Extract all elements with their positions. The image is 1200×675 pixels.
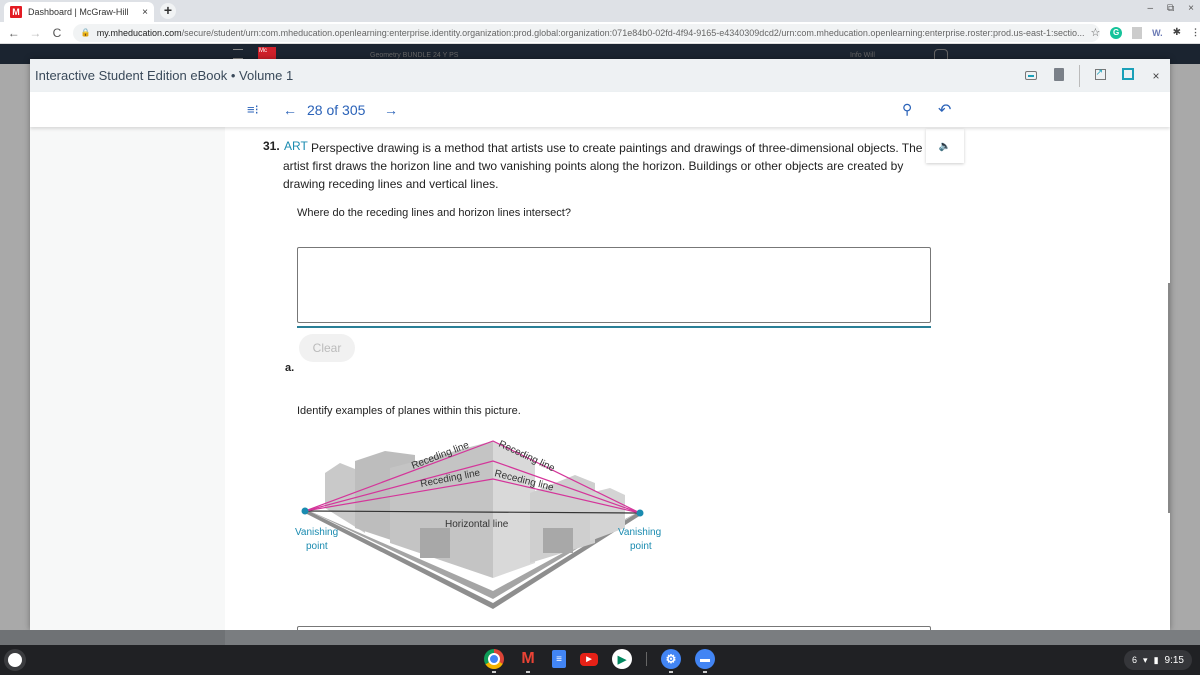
modal-title: Interactive Student Edition eBook • Volu…: [35, 68, 294, 83]
window-close-icon[interactable]: ×: [1188, 3, 1194, 14]
part-label: a.: [285, 362, 295, 374]
clock: 9:15: [1164, 654, 1184, 666]
address-bar[interactable]: 🔒 my.mheducation.com /secure/student/urn…: [72, 23, 1101, 42]
calculator-button[interactable]: [1045, 67, 1073, 84]
left-margin-pane: [30, 127, 225, 630]
modal-close-button[interactable]: ×: [1142, 69, 1170, 83]
reader-navigation: ≡⁝ ← 28 of 305 → ⚲ ↶: [30, 92, 1170, 127]
shelf-divider: [646, 652, 647, 666]
vanishing-point-right: [636, 509, 644, 517]
modal-toolbar: ×: [1017, 59, 1170, 92]
question-text: Perspective drawing is a method that art…: [283, 139, 923, 193]
tab-title: Dashboard | McGraw-Hill: [28, 7, 129, 17]
page-count[interactable]: 28 of 305: [307, 102, 365, 118]
table-of-contents-icon[interactable]: ≡⁝: [247, 102, 259, 118]
fullscreen-icon: [1122, 68, 1134, 80]
external-link-icon: [1094, 67, 1106, 80]
speaker-icon: 🔈: [938, 140, 952, 152]
chrome-app-icon[interactable]: [484, 649, 504, 673]
files-app-icon[interactable]: ▬: [695, 649, 715, 673]
extension-icon[interactable]: [1132, 26, 1143, 39]
audio-button[interactable]: 🔈: [926, 129, 964, 163]
extensions-area: G W. ✱ ⋮: [1110, 26, 1200, 39]
shopfront: [420, 528, 450, 558]
grammarly-extension-icon[interactable]: G: [1110, 26, 1123, 39]
tab-close-icon[interactable]: ×: [142, 7, 148, 18]
label-vanishing-right-1: Vanishing: [618, 527, 661, 538]
answer-input[interactable]: [297, 247, 931, 323]
status-tray[interactable]: 6 ▾ ▮ 9:15: [1124, 650, 1192, 670]
minimize-icon[interactable]: –: [1147, 3, 1153, 14]
shelf-apps: M ≡ ▶ ▶ ⚙ ▬: [484, 649, 715, 673]
running-indicator: [492, 671, 496, 673]
settings-app-icon[interactable]: ⚙: [661, 649, 681, 673]
previous-page-icon[interactable]: ←: [283, 102, 297, 118]
question-body: Perspective drawing is a method that art…: [283, 141, 923, 191]
clear-button[interactable]: Clear: [299, 334, 355, 362]
scrollbar[interactable]: [1168, 283, 1170, 513]
running-indicator: [669, 671, 673, 673]
label-vanishing-right-2: point: [630, 541, 652, 552]
return-icon[interactable]: ↶: [938, 100, 951, 120]
bookmark-star-icon[interactable]: ☆: [1085, 26, 1101, 39]
running-indicator: [703, 671, 707, 673]
browser-tab-strip: M Dashboard | McGraw-Hill × + – ⧉ ×: [0, 0, 1200, 22]
back-icon[interactable]: ←: [6, 26, 22, 40]
new-tab-button[interactable]: +: [160, 3, 176, 19]
play-store-app-icon[interactable]: ▶: [612, 649, 632, 669]
mcgraw-hill-favicon-icon: M: [10, 6, 22, 18]
next-page-icon[interactable]: →: [384, 102, 398, 118]
course-title-faded: Geometry BUNDLE 24 Y PS: [370, 52, 459, 59]
forward-icon[interactable]: →: [28, 26, 44, 40]
label-horizontal-line: Horizontal line: [445, 519, 509, 530]
printer-icon: [1025, 70, 1037, 80]
page-content: 31. ART Perspective drawing is a method …: [225, 127, 1170, 630]
battery-icon: ▮: [1153, 654, 1159, 665]
perspective-drawing-figure: Receding line Receding line Receding lin…: [295, 439, 661, 609]
youtube-app-icon[interactable]: ▶: [580, 652, 598, 666]
wifi-icon: ▾: [1143, 654, 1148, 665]
browser-tab[interactable]: M Dashboard | McGraw-Hill ×: [4, 2, 154, 22]
label-vanishing-left-1: Vanishing: [295, 527, 338, 538]
modal-header: Interactive Student Edition eBook • Volu…: [30, 59, 1170, 92]
print-button[interactable]: [1017, 69, 1045, 83]
w-extension-icon[interactable]: W.: [1152, 28, 1163, 38]
hamburger-menu-icon[interactable]: [233, 49, 243, 59]
open-new-window-button[interactable]: [1086, 67, 1114, 83]
reload-icon[interactable]: C: [49, 26, 65, 40]
restore-icon[interactable]: ⧉: [1167, 3, 1174, 14]
shopfront: [543, 528, 573, 553]
fullscreen-button[interactable]: [1114, 68, 1142, 83]
ebook-modal: Interactive Student Edition eBook • Volu…: [30, 59, 1170, 630]
vanishing-point-left: [301, 507, 309, 515]
backdrop-left: [0, 630, 225, 646]
lock-icon: 🔒: [80, 28, 91, 37]
answer-underline: [297, 326, 931, 328]
running-indicator: [526, 671, 530, 673]
backdrop-strip: [0, 630, 1200, 646]
gmail-app-icon[interactable]: M: [518, 649, 538, 673]
os-shelf: M ≡ ▶ ▶ ⚙ ▬ 6 ▾ ▮ 9:15: [0, 645, 1200, 675]
window-controls: – ⧉ ×: [1147, 3, 1194, 14]
label-vanishing-left-2: point: [306, 541, 328, 552]
url-host: my.mheducation.com: [96, 27, 182, 38]
user-name-faded: Info Will: [850, 52, 875, 59]
notification-icon: 6: [1132, 655, 1138, 665]
sub-question-2: Identify examples of planes within this …: [297, 405, 521, 417]
url-path: /secure/student/urn:com.mheducation.open…: [181, 27, 1085, 38]
browser-menu-icon[interactable]: ⋮: [1191, 27, 1200, 38]
search-icon[interactable]: ⚲: [902, 101, 912, 118]
docs-app-icon[interactable]: ≡: [552, 650, 566, 668]
puzzle-extensions-icon[interactable]: ✱: [1173, 27, 1181, 38]
browser-toolbar: ← → C 🔒 my.mheducation.com /secure/stude…: [0, 22, 1200, 44]
toolbar-divider: [1079, 64, 1080, 87]
sub-question: Where do the receding lines and horizon …: [297, 207, 571, 219]
calculator-icon: [1054, 67, 1064, 81]
launcher-button[interactable]: [8, 653, 22, 667]
question-number: 31.: [263, 139, 280, 153]
